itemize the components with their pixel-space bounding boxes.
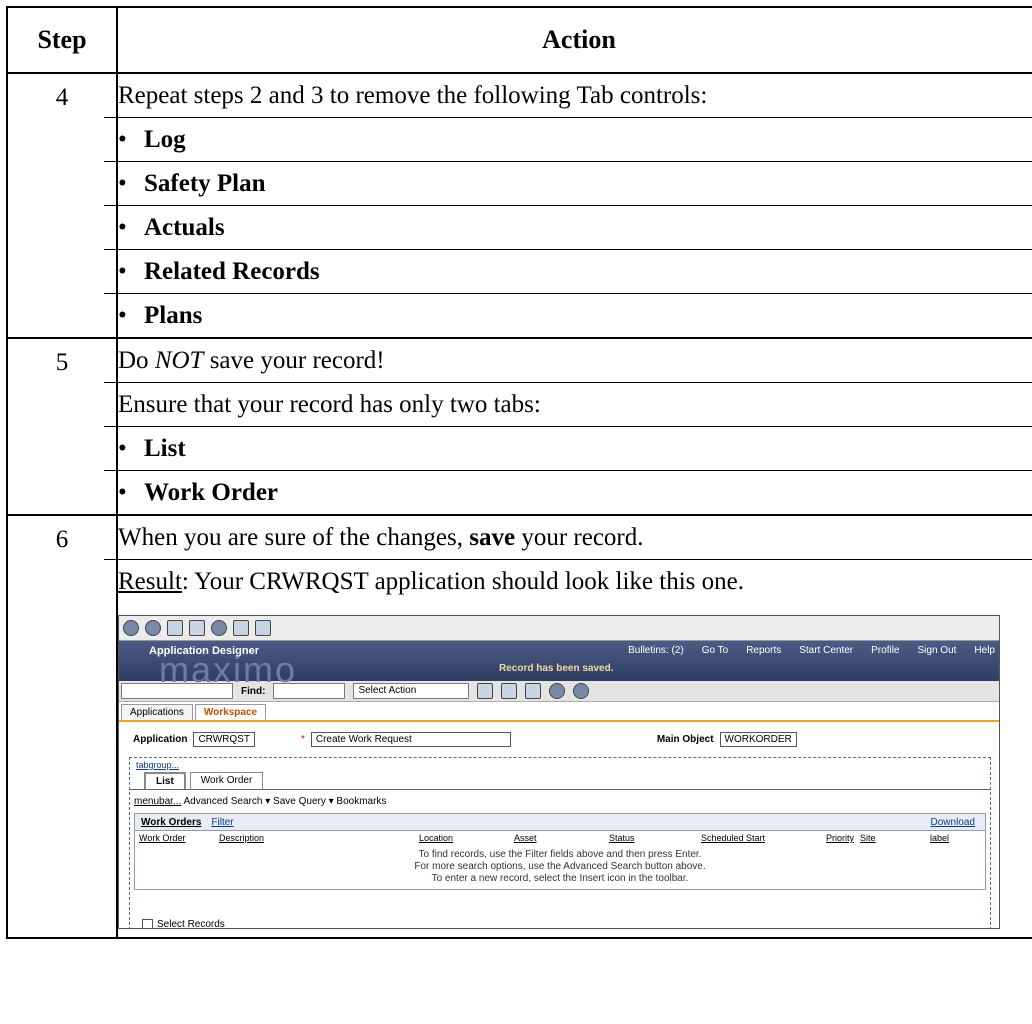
action-cell: Do NOT save your record! Ensure that you… bbox=[104, 337, 1032, 516]
instruction-line: When you are sure of the changes, save y… bbox=[104, 516, 1032, 560]
step-row: 5 Do NOT save your record! Ensure that y… bbox=[6, 337, 1032, 516]
tab-workspace: Workspace bbox=[194, 704, 267, 720]
result-line: Result: Your CRWRQST application should … bbox=[118, 568, 744, 595]
application-label: Application bbox=[133, 734, 188, 745]
instruction-line: Ensure that your record has only two tab… bbox=[104, 383, 1032, 427]
save-icon bbox=[501, 683, 518, 699]
saved-message: Record has been saved. bbox=[499, 663, 614, 674]
search-hints: To find records, use the Filter fields a… bbox=[414, 849, 706, 884]
bullet-item: Log bbox=[104, 118, 1032, 162]
browser-toolbar bbox=[119, 616, 999, 641]
description-value: Create Work Request bbox=[310, 732, 511, 747]
step-header: Step bbox=[6, 6, 118, 74]
application-value: CRWRQST bbox=[193, 732, 255, 747]
app-title: Application Designer bbox=[149, 645, 260, 657]
folder-icon bbox=[233, 620, 249, 636]
application-fields: Application CRWRQST * Create Work Reques… bbox=[119, 722, 999, 757]
select-action-dropdown: Select Action bbox=[353, 683, 470, 699]
filter-link: Filter bbox=[211, 816, 234, 828]
step-number: 6 bbox=[6, 514, 118, 939]
bullet-item: Plans bbox=[118, 294, 1032, 337]
download-link: Download bbox=[930, 816, 975, 828]
action-cell: Repeat steps 2 and 3 to remove the follo… bbox=[104, 72, 1032, 339]
subtab-work-order: Work Order bbox=[189, 772, 264, 789]
help-link: Help bbox=[974, 645, 995, 656]
maximo-screenshot: maximo Application Designer Bulletins: (… bbox=[118, 615, 1000, 929]
profile-link: Profile bbox=[871, 645, 900, 656]
step-number: 4 bbox=[6, 72, 118, 339]
back-icon bbox=[123, 620, 139, 636]
header-row: Step Action bbox=[6, 6, 1032, 74]
main-object-label: Main Object bbox=[656, 734, 714, 745]
reports-link: Reports bbox=[746, 645, 782, 656]
app-header: maximo Application Designer Bulletins: (… bbox=[119, 641, 999, 690]
procedure-table: Step Action 4 Repeat steps 2 and 3 to re… bbox=[6, 6, 1032, 939]
print-icon bbox=[255, 620, 271, 636]
grid-title: Work Orders bbox=[141, 816, 202, 828]
action-header: Action bbox=[116, 6, 1032, 74]
designer-tabs: List Work Order bbox=[130, 772, 990, 790]
step-row: 6 When you are sure of the changes, save… bbox=[6, 514, 1032, 939]
bullet-item: Work Order bbox=[118, 471, 1032, 514]
start-center-link: Start Center bbox=[799, 645, 854, 656]
step-intro: Repeat steps 2 and 3 to remove the follo… bbox=[104, 74, 1032, 118]
bullet-item: Safety Plan bbox=[104, 162, 1032, 206]
action-cell: When you are sure of the changes, save y… bbox=[104, 514, 1032, 939]
main-object-value: WORKORDER bbox=[719, 732, 797, 747]
main-tabs: Applications Workspace bbox=[119, 702, 999, 722]
workspace-canvas: tabgroup... List Work Order menubar... A… bbox=[129, 757, 991, 928]
step-row: 4 Repeat steps 2 and 3 to remove the fol… bbox=[6, 72, 1032, 339]
work-orders-grid: Work Orders Filter Download Work Order D… bbox=[134, 813, 986, 890]
search-icon bbox=[145, 620, 161, 636]
bullet-item: List bbox=[104, 427, 1032, 471]
tabgroup-label: tabgroup... bbox=[136, 760, 180, 770]
refresh-icon bbox=[189, 620, 205, 636]
select-records: Select Records bbox=[142, 919, 225, 928]
grid-columns: Work Order Description Location Asset St… bbox=[139, 833, 950, 843]
clear-icon bbox=[525, 683, 542, 699]
bullet-item: Related Records bbox=[104, 250, 1032, 294]
menubar: menubar... Advanced Search ▾ Save Query … bbox=[134, 796, 387, 807]
tab-applications: Applications bbox=[121, 704, 193, 720]
grid-title-bar: Work Orders Filter Download bbox=[135, 814, 985, 831]
bulletins-link: Bulletins: (2) bbox=[628, 645, 684, 656]
sign-out-link: Sign Out bbox=[917, 645, 957, 656]
stop-icon bbox=[211, 620, 227, 636]
step-number: 5 bbox=[6, 337, 118, 516]
goto-link: Go To bbox=[701, 645, 729, 656]
required-asterisk: * bbox=[300, 734, 305, 745]
home-icon bbox=[167, 620, 183, 636]
subtab-list: List bbox=[144, 772, 186, 789]
new-record-icon bbox=[477, 683, 494, 699]
bullet-item: Actuals bbox=[104, 206, 1032, 250]
select-records-checkbox bbox=[142, 919, 153, 928]
next-icon bbox=[573, 683, 590, 699]
previous-icon bbox=[549, 683, 566, 699]
warning-line: Do NOT save your record! bbox=[104, 339, 1032, 383]
header-links: Bulletins: (2) Go To Reports Start Cente… bbox=[628, 645, 995, 656]
